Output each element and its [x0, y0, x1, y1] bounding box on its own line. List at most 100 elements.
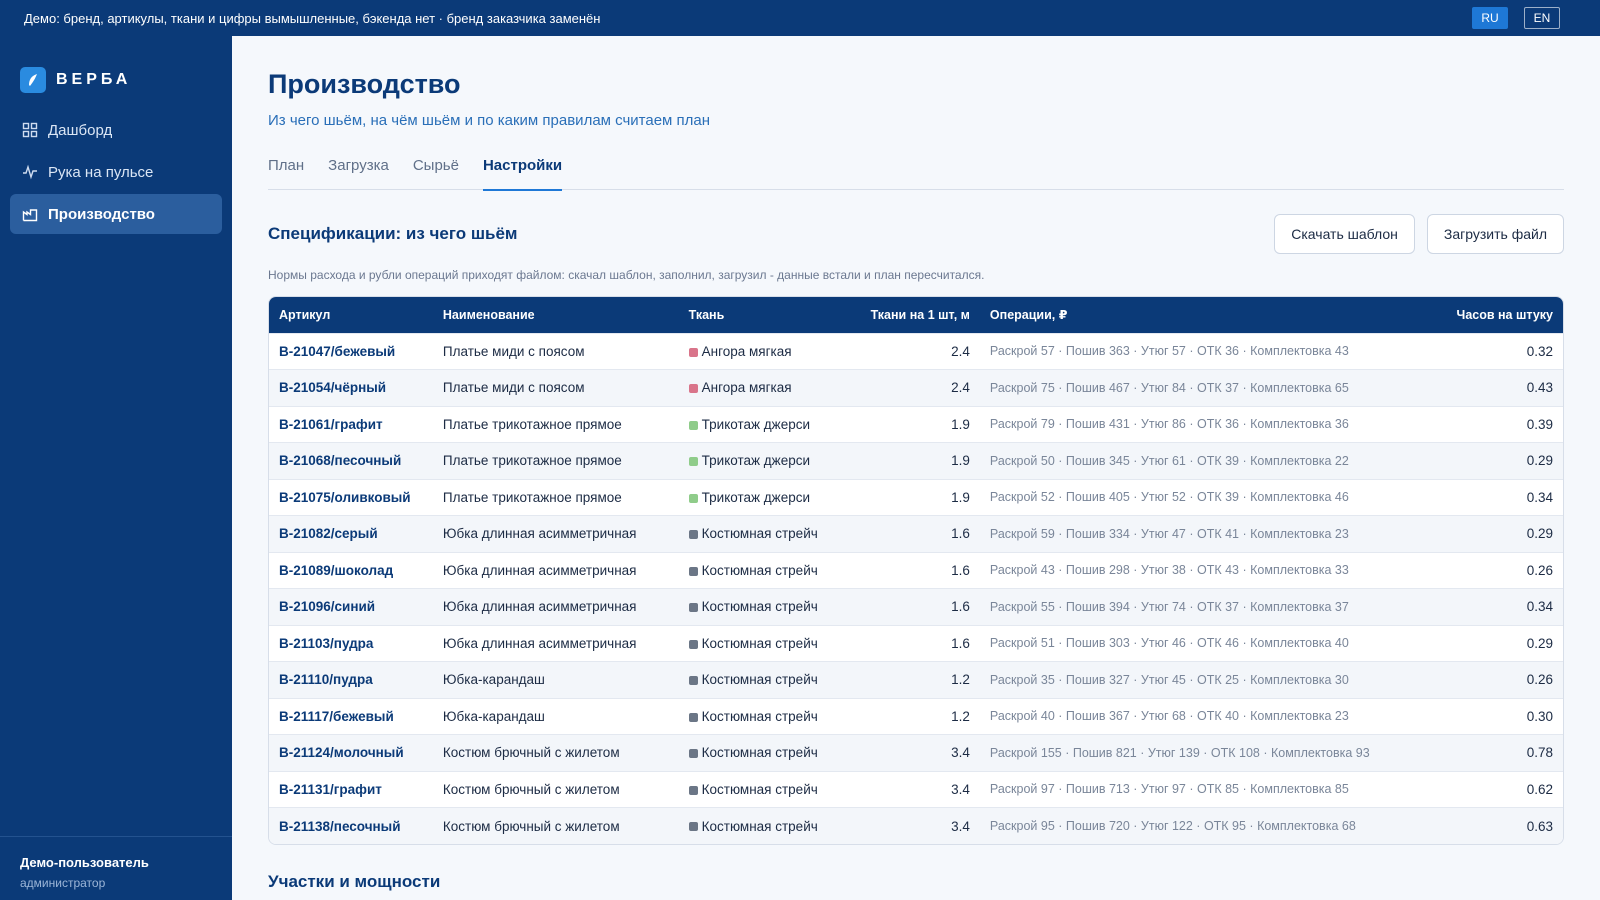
fabric-meters: 2.4 — [951, 343, 970, 359]
table-row[interactable]: В-21103/пудра Юбка длинная асимметричная К… — [269, 625, 1563, 662]
fabric-cell: Костюмная стрейч — [679, 698, 849, 735]
tab-plan[interactable]: План — [268, 157, 304, 190]
tab-load[interactable]: Загрузка — [328, 157, 389, 190]
item-name: Костюм брючный с жилетом — [442, 745, 620, 761]
fabric-name: Костюмная стрейч — [701, 562, 818, 578]
download-template-button[interactable]: Скачать шаблон — [1274, 214, 1415, 254]
fabric-meters: 1.2 — [951, 672, 970, 688]
leaf-icon — [20, 67, 46, 93]
fabric-swatch — [688, 676, 698, 686]
language-switcher: RU EN — [1472, 7, 1560, 29]
column-header-meters: Ткани на 1 шт, м — [870, 307, 970, 322]
tab-settings[interactable]: Настройки — [482, 157, 563, 191]
fabric-swatch — [688, 566, 698, 576]
table-row[interactable]: В-21082/серый Юбка длинная асимметричная К… — [269, 515, 1563, 553]
sku-link[interactable]: В-21054/чёрный — [269, 370, 433, 407]
sku-link[interactable]: В-21096/синий — [269, 589, 433, 626]
sidebar-item-production[interactable]: Производство — [10, 194, 222, 234]
sku-link[interactable]: В-21047/бежевый — [269, 333, 433, 370]
fabric-meters: 2.4 — [951, 380, 970, 396]
column-header-sku: Артикул — [279, 307, 331, 322]
table-row[interactable]: В-21117/бежевый Юбка-карандаш Костюмная ст… — [269, 698, 1563, 735]
table-row[interactable]: В-21124/молочный Костюм брючный с жилетом… — [269, 734, 1563, 772]
table-row[interactable]: В-21089/шоколад Юбка длинная асимметрична… — [269, 552, 1563, 589]
pulse-icon — [22, 164, 38, 180]
fabric-cell: Костюмная стрейч — [679, 552, 849, 589]
fabric-name: Трикотаж джерси — [701, 453, 810, 469]
operations-cost: Раскрой 57 · Пошив 363 · Утюг 57 · ОТК 3… — [989, 344, 1349, 359]
sku-link[interactable]: В-21103/пудра — [269, 625, 433, 662]
item-name: Юбка длинная асимметричная — [442, 526, 637, 542]
operations-cost: Раскрой 35 · Пошив 327 · Утюг 45 · ОТК 2… — [989, 672, 1349, 687]
sku-link[interactable]: В-21089/шоколад — [269, 552, 433, 589]
sku-link[interactable]: В-21082/серый — [269, 516, 433, 553]
user-role: администратор — [20, 876, 106, 890]
fabric-cell: Трикотаж джерси — [679, 443, 849, 480]
table-row[interactable]: В-21096/синий Юбка длинная асимметричная К… — [269, 588, 1563, 626]
sidebar-item-pulse[interactable]: Рука на пульсе — [10, 152, 222, 192]
fabric-swatch — [688, 493, 698, 503]
fabric-cell: Костюмная стрейч — [679, 662, 849, 699]
sidebar: ВЕРБА Дашборд Рука на пульсе Производств… — [0, 36, 232, 900]
operations-cost: Раскрой 155 · Пошив 821 · Утюг 139 · ОТК… — [989, 745, 1370, 760]
logo-text: ВЕРБА — [56, 71, 132, 88]
table-row[interactable]: В-21061/графит Платье трикотажное прямое Т… — [269, 406, 1563, 443]
table-row[interactable]: В-21068/песочный Платье трикотажное прямо… — [269, 442, 1563, 480]
item-name: Костюм брючный с жилетом — [442, 781, 620, 797]
table-row[interactable]: В-21138/песочный Костюм брючный с жилетом… — [269, 807, 1563, 845]
sidebar-nav: Дашборд Рука на пульсе Производство — [0, 110, 232, 234]
section-title: Спецификации: из чего шьём — [268, 224, 518, 243]
user-profile[interactable]: Демо-пользователь администратор — [0, 836, 232, 900]
table-row[interactable]: В-21054/чёрный Платье миди с поясом Ангора… — [269, 369, 1563, 407]
fabric-name: Костюмная стрейч — [701, 526, 818, 542]
sku-link[interactable]: В-21124/молочный — [269, 735, 433, 772]
column-header-operations: Операции, ₽ — [989, 308, 1068, 323]
operations-cost: Раскрой 55 · Пошив 394 · Утюг 74 · ОТК 3… — [989, 599, 1349, 614]
lang-ru-button[interactable]: RU — [1472, 7, 1508, 29]
fabric-cell: Ангора мягкая — [679, 333, 849, 370]
hours-per-item: 0.63 — [1526, 818, 1553, 834]
sku-link[interactable]: В-21110/пудра — [269, 662, 433, 699]
table-row[interactable]: В-21075/оливковый Платье трикотажное прям… — [269, 479, 1563, 516]
item-name: Юбка-карандаш — [442, 708, 545, 724]
operations-cost: Раскрой 52 · Пошив 405 · Утюг 52 · ОТК 3… — [989, 490, 1349, 505]
fabric-meters: 3.4 — [951, 745, 970, 761]
item-name: Платье трикотажное прямое — [442, 489, 622, 505]
fabric-meters: 1.9 — [951, 489, 970, 505]
fabric-cell: Ангора мягкая — [679, 370, 849, 407]
upload-file-button[interactable]: Загрузить файл — [1426, 214, 1564, 254]
fabric-name: Костюмная стрейч — [701, 781, 818, 797]
fabric-cell: Костюмная стрейч — [679, 808, 849, 845]
column-header-fabric: Ткань — [688, 307, 725, 322]
table-row[interactable]: В-21047/бежевый Платье миди с поясом Ангор… — [269, 333, 1563, 370]
production-icon — [22, 206, 38, 222]
sidebar-item-dashboard[interactable]: Дашборд — [10, 110, 222, 150]
tab-raw[interactable]: Сырьё — [413, 157, 459, 190]
table-row[interactable]: В-21110/пудра Юбка-карандаш Костюмная стре… — [269, 661, 1563, 699]
operations-cost: Раскрой 51 · Пошив 303 · Утюг 46 · ОТК 4… — [989, 636, 1349, 651]
fabric-cell: Костюмная стрейч — [679, 771, 849, 808]
fabric-swatch — [688, 384, 698, 394]
sku-link[interactable]: В-21061/графит — [269, 406, 433, 443]
sku-link[interactable]: В-21117/бежевый — [269, 698, 433, 735]
fabric-meters: 1.9 — [951, 416, 970, 432]
fabric-swatch — [688, 530, 698, 540]
fabric-cell: Трикотаж джерси — [679, 479, 849, 516]
tab-bar: План Загрузка Сырьё Настройки — [268, 157, 1564, 191]
fabric-name: Трикотаж джерси — [701, 489, 810, 505]
item-name: Платье миди с поясом — [442, 343, 585, 359]
sku-link[interactable]: В-21131/графит — [269, 771, 433, 808]
sku-link[interactable]: В-21138/песочный — [269, 808, 433, 845]
fabric-name: Костюмная стрейч — [701, 635, 818, 651]
table-row[interactable]: В-21131/графит Костюм брючный с жилетом Ко… — [269, 771, 1563, 808]
hours-per-item: 0.62 — [1526, 781, 1553, 797]
fabric-name: Костюмная стрейч — [701, 599, 818, 615]
sku-link[interactable]: В-21075/оливковый — [269, 479, 433, 516]
fabric-meters: 1.6 — [951, 635, 970, 651]
logo[interactable]: ВЕРБА — [0, 36, 232, 104]
fabric-name: Костюмная стрейч — [701, 818, 818, 834]
sku-link[interactable]: В-21068/песочный — [269, 443, 433, 480]
spec-section-header: Спецификации: из чего шьём Скачать шабло… — [268, 214, 1564, 254]
hours-per-item: 0.29 — [1526, 526, 1553, 542]
lang-en-button[interactable]: EN — [1524, 7, 1560, 29]
